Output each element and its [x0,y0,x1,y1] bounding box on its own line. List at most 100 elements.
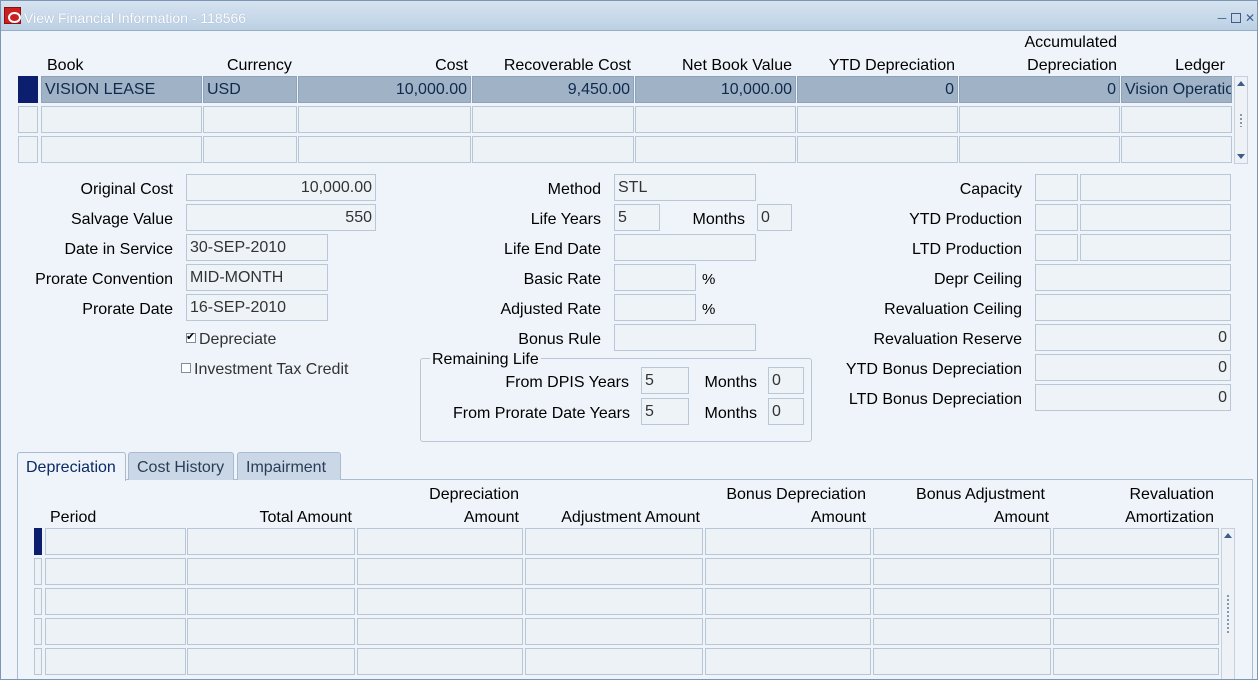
ltd-production-uom-field[interactable] [1035,234,1078,261]
scroll-up-icon[interactable] [1237,81,1245,86]
prorate-convention-field[interactable]: MID-MONTH [186,264,328,291]
scroll-up-icon[interactable] [1224,533,1232,538]
scroll-down-icon[interactable] [1237,154,1245,159]
books-table-scrollbar[interactable] [1234,76,1248,164]
maximize-icon[interactable] [1231,13,1241,23]
adjustment-amount-cell[interactable] [525,588,703,615]
bonus-adjustment-amount-cell[interactable] [873,648,1051,675]
cell-recoverable-cost[interactable]: 9,450.00 [472,76,634,103]
ytd-production-uom-field[interactable] [1035,204,1078,231]
close-icon[interactable]: ✕ [1245,12,1255,24]
life-months-field[interactable]: 0 [757,204,792,231]
capacity-field[interactable] [1080,174,1231,201]
basic-rate-field[interactable] [614,264,696,291]
depr-ceiling-field[interactable] [1035,264,1231,291]
from-dpis-months-field[interactable]: 0 [768,367,804,394]
adjusted-rate-field[interactable] [614,294,696,321]
total-amount-cell[interactable] [187,588,355,615]
depreciation-amount-cell[interactable] [357,618,523,645]
from-dpis-years-field[interactable]: 5 [641,367,689,394]
scroll-grip-icon[interactable] [1226,594,1230,634]
ltd-production-field[interactable] [1080,234,1231,261]
capacity-uom-field[interactable] [1035,174,1078,201]
bonus-adjustment-amount-cell[interactable] [873,558,1051,585]
minimize-icon[interactable]: ─ [1217,12,1227,24]
bonus-depreciation-amount-cell[interactable] [705,528,871,555]
period-record-indicator[interactable] [34,558,42,585]
cell-currency[interactable] [203,106,297,133]
cell-ledger[interactable] [1121,106,1232,133]
cell-book[interactable]: VISION LEASE [41,76,202,103]
cell-ledger[interactable]: Vision Operations [1121,76,1232,103]
cell-ytd-depreciation[interactable]: 0 [797,76,958,103]
investment-tax-credit-checkbox[interactable] [181,363,191,373]
cell-currency[interactable] [203,136,297,163]
cell-book[interactable] [41,136,202,163]
depreciation-amount-cell[interactable] [357,588,523,615]
bonus-adjustment-amount-cell[interactable] [873,528,1051,555]
depreciation-amount-cell[interactable] [357,648,523,675]
from-prorate-date-months-field[interactable]: 0 [768,398,804,425]
revaluation-ceiling-field[interactable] [1035,294,1231,321]
depreciation-table-scrollbar[interactable] [1221,528,1235,679]
record-indicator[interactable] [18,106,38,133]
cell-recoverable-cost[interactable] [472,136,634,163]
cell-cost[interactable]: 10,000.00 [298,76,471,103]
total-amount-cell[interactable] [187,528,355,555]
adjustment-amount-cell[interactable] [525,558,703,585]
period-record-indicator-active[interactable] [34,528,42,555]
revaluation-amortization-cell[interactable] [1053,618,1219,645]
revaluation-amortization-cell[interactable] [1053,648,1219,675]
cell-net-book-value[interactable] [635,106,796,133]
bonus-adjustment-amount-cell[interactable] [873,618,1051,645]
cell-net-book-value[interactable]: 10,000.00 [635,76,796,103]
depreciate-checkbox[interactable] [186,330,196,343]
record-indicator-active[interactable] [18,76,38,103]
life-years-field[interactable]: 5 [614,204,660,231]
ytd-production-field[interactable] [1080,204,1231,231]
period-cell[interactable] [45,588,186,615]
prorate-date-field[interactable]: 16-SEP-2010 [186,294,328,321]
period-cell[interactable] [45,528,186,555]
period-cell[interactable] [45,648,186,675]
cell-accumulated-depreciation[interactable] [959,136,1120,163]
tab-cost-history[interactable]: Cost History [128,452,234,480]
adjustment-amount-cell[interactable] [525,648,703,675]
ltd-bonus-depreciation-field[interactable]: 0 [1035,384,1231,411]
cell-currency[interactable]: USD [203,76,297,103]
scroll-grip-icon[interactable] [1239,113,1243,127]
original-cost-field[interactable]: 10,000.00 [186,174,376,201]
cell-book[interactable] [41,106,202,133]
ytd-bonus-depreciation-field[interactable]: 0 [1035,354,1231,381]
period-cell[interactable] [45,618,186,645]
revaluation-reserve-field[interactable]: 0 [1035,324,1231,351]
period-record-indicator[interactable] [34,618,42,645]
revaluation-amortization-cell[interactable] [1053,528,1219,555]
cell-ytd-depreciation[interactable] [797,136,958,163]
record-indicator[interactable] [18,136,38,163]
adjustment-amount-cell[interactable] [525,528,703,555]
method-field[interactable]: STL [614,174,756,201]
bonus-depreciation-amount-cell[interactable] [705,648,871,675]
cell-recoverable-cost[interactable] [472,106,634,133]
total-amount-cell[interactable] [187,558,355,585]
cell-cost[interactable] [298,136,471,163]
depreciation-amount-cell[interactable] [357,558,523,585]
cell-accumulated-depreciation[interactable] [959,106,1120,133]
period-record-indicator[interactable] [34,588,42,615]
total-amount-cell[interactable] [187,618,355,645]
bonus-depreciation-amount-cell[interactable] [705,588,871,615]
cell-accumulated-depreciation[interactable]: 0 [959,76,1120,103]
bonus-depreciation-amount-cell[interactable] [705,618,871,645]
cell-net-book-value[interactable] [635,136,796,163]
total-amount-cell[interactable] [187,648,355,675]
depreciation-amount-cell[interactable] [357,528,523,555]
life-end-date-field[interactable] [614,234,756,261]
period-cell[interactable] [45,558,186,585]
bonus-adjustment-amount-cell[interactable] [873,588,1051,615]
revaluation-amortization-cell[interactable] [1053,558,1219,585]
tab-impairment[interactable]: Impairment [237,452,341,480]
revaluation-amortization-cell[interactable] [1053,588,1219,615]
from-prorate-date-years-field[interactable]: 5 [641,398,689,425]
cell-ledger[interactable] [1121,136,1232,163]
